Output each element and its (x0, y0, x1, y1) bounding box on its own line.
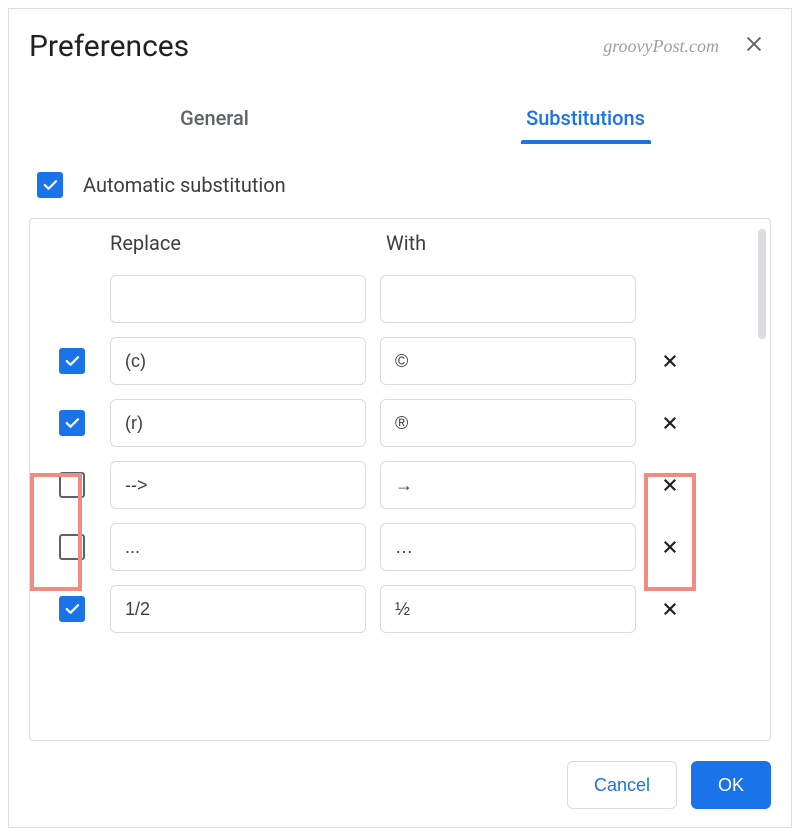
with-input[interactable] (380, 585, 636, 633)
cancel-button[interactable]: Cancel (567, 761, 677, 809)
with-input[interactable] (380, 523, 636, 571)
row-checkbox[interactable] (59, 410, 85, 436)
preferences-dialog: Preferences groovyPost.com General Subst… (8, 8, 792, 828)
ok-button[interactable]: OK (691, 761, 771, 809)
row-check-slot (48, 596, 96, 622)
table-row (48, 585, 752, 633)
delete-button[interactable] (650, 341, 690, 381)
tab-general[interactable]: General (29, 94, 400, 142)
dialog-footer: Cancel OK (29, 761, 771, 809)
row-check-slot (48, 472, 96, 498)
check-icon (41, 176, 59, 194)
close-icon (661, 538, 679, 556)
table-row (48, 275, 752, 323)
with-input[interactable] (380, 337, 636, 385)
close-icon (743, 33, 765, 55)
table-row (48, 523, 752, 571)
header-with: With (386, 231, 426, 261)
scrollbar[interactable] (758, 229, 766, 339)
close-icon (661, 414, 679, 432)
auto-substitution-label: Automatic substitution (83, 173, 286, 197)
substitutions-scroll[interactable]: Replace With (30, 219, 770, 740)
close-icon (661, 600, 679, 618)
row-check-slot (48, 534, 96, 560)
delete-button[interactable] (650, 527, 690, 567)
dialog-header: Preferences groovyPost.com (29, 27, 771, 66)
row-check-slot (48, 410, 96, 436)
replace-input[interactable] (110, 523, 366, 571)
with-input[interactable] (380, 275, 636, 323)
row-checkbox[interactable] (59, 596, 85, 622)
replace-input[interactable] (110, 337, 366, 385)
close-icon (661, 352, 679, 370)
close-button[interactable] (737, 27, 771, 66)
delete-button[interactable] (650, 465, 690, 505)
delete-button[interactable] (650, 589, 690, 629)
row-check-slot (48, 348, 96, 374)
row-checkbox[interactable] (59, 348, 85, 374)
delete-button[interactable] (650, 403, 690, 443)
column-headers: Replace With (48, 231, 752, 261)
check-icon (63, 352, 81, 370)
row-checkbox[interactable] (59, 472, 85, 498)
auto-substitution-checkbox[interactable] (37, 172, 63, 198)
tab-substitutions[interactable]: Substitutions (400, 94, 771, 142)
tabs: General Substitutions (29, 94, 771, 142)
with-input[interactable] (380, 461, 636, 509)
header-replace: Replace (110, 231, 366, 261)
table-row (48, 461, 752, 509)
close-icon (661, 476, 679, 494)
replace-input[interactable] (110, 275, 366, 323)
table-row (48, 399, 752, 447)
replace-input[interactable] (110, 585, 366, 633)
watermark-text: groovyPost.com (603, 36, 719, 57)
check-icon (63, 414, 81, 432)
replace-input[interactable] (110, 399, 366, 447)
dialog-title: Preferences (29, 29, 189, 64)
auto-substitution-row: Automatic substitution (29, 172, 771, 198)
table-row (48, 337, 752, 385)
row-checkbox[interactable] (59, 534, 85, 560)
substitutions-panel: Replace With (29, 218, 771, 741)
header-right: groovyPost.com (603, 27, 771, 66)
check-icon (63, 600, 81, 618)
with-input[interactable] (380, 399, 636, 447)
replace-input[interactable] (110, 461, 366, 509)
